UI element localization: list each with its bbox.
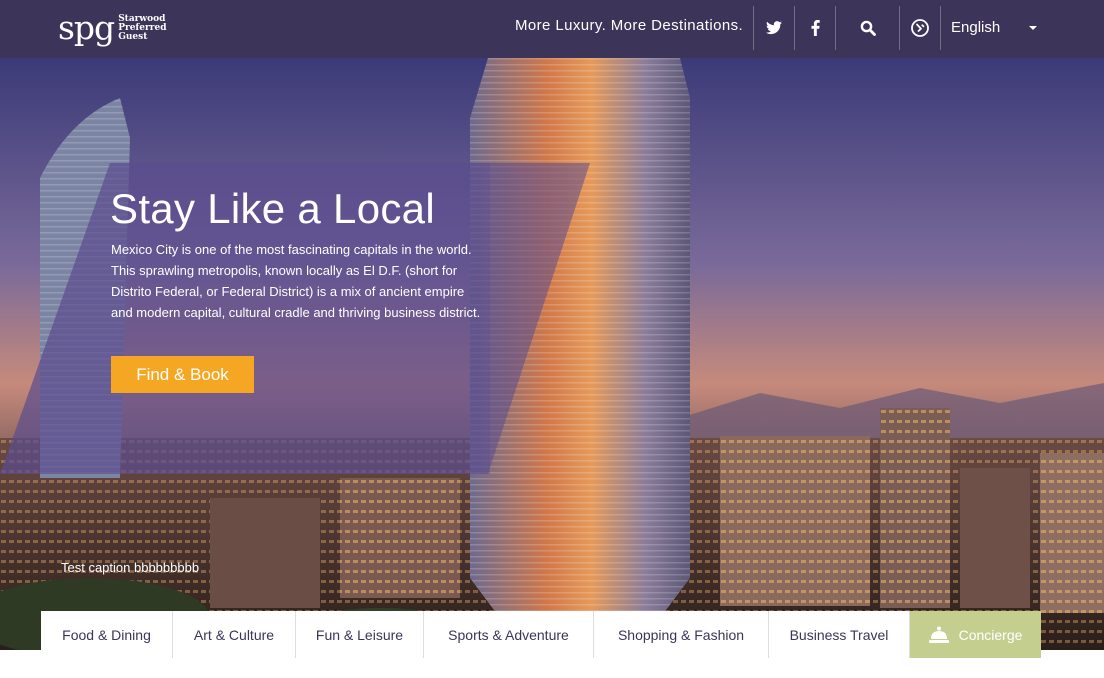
header-divider	[899, 6, 900, 50]
hero-caption: Test caption bbbbbbbbb	[61, 560, 200, 575]
logo-line: Guest	[118, 31, 148, 42]
tab-art-culture[interactable]: Art & Culture	[173, 611, 296, 658]
hero-description: Mexico City is one of the most fascinati…	[111, 242, 481, 320]
tab-label: Shopping & Fashion	[617, 626, 745, 643]
concierge-badge-icon[interactable]	[909, 17, 931, 39]
header-divider	[753, 6, 754, 50]
spg-logo[interactable]: spg Starwood Preferred Guest	[58, 11, 167, 45]
header-divider	[835, 6, 836, 50]
header-divider	[794, 6, 795, 50]
hero-title: Stay Like a Local	[110, 185, 435, 232]
facebook-icon[interactable]	[804, 17, 826, 39]
concierge-bell-icon	[928, 626, 949, 643]
tab-label: Sports & Adventure	[448, 626, 569, 643]
category-tab-bar: Food & Dining Art & Culture Fun & Leisur…	[41, 611, 1041, 658]
language-select[interactable]: English	[951, 19, 1041, 39]
tab-fun-leisure[interactable]: Fun & Leisure	[296, 611, 424, 658]
tab-shopping-fashion[interactable]: Shopping & Fashion	[594, 611, 769, 658]
search-icon[interactable]	[857, 17, 879, 39]
tab-label: Art & Culture	[193, 626, 275, 643]
tab-label: Fun & Leisure	[315, 626, 404, 643]
logo-mark: spg	[58, 8, 115, 47]
header-divider	[940, 6, 941, 50]
tab-business-travel[interactable]: Business Travel	[769, 611, 910, 658]
header-tagline: More Luxury. More Destinations.	[515, 17, 744, 34]
tab-food-dining[interactable]: Food & Dining	[41, 611, 173, 658]
hero-banner: Stay Like a Local Mexico City is one of …	[0, 58, 1104, 650]
top-header: spg Starwood Preferred Guest More Luxury…	[0, 0, 1104, 58]
tab-concierge[interactable]: Concierge	[910, 611, 1041, 658]
tab-label: Concierge	[958, 626, 1023, 643]
twitter-icon[interactable]	[763, 17, 785, 39]
logo-wordmark: Starwood Preferred Guest	[118, 14, 166, 42]
tab-label: Food & Dining	[62, 626, 151, 643]
tab-sports-adventure[interactable]: Sports & Adventure	[424, 611, 594, 658]
chevron-down-icon[interactable]	[1029, 26, 1037, 30]
tab-label: Business Travel	[789, 626, 889, 643]
find-and-book-button[interactable]: Find & Book	[111, 356, 254, 393]
